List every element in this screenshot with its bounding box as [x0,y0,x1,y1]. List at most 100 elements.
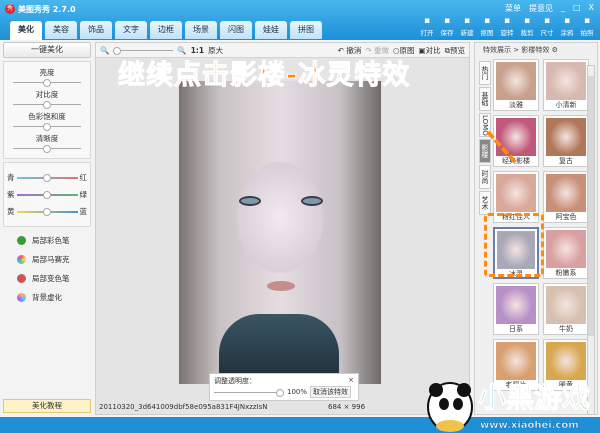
effect-thumbnail[interactable]: 复古 [543,115,589,167]
toolbar-crop-button[interactable]: ▪ 裁剪 [519,16,535,37]
tool-label: 局部变色笔 [32,274,70,283]
opacity-value: 100% [287,388,308,396]
effect-preview-image [496,62,536,100]
adjust-slider[interactable] [13,101,81,109]
brand-url: www.xiaohei.com [480,420,579,431]
tool-label: 旋转 [500,29,514,37]
image-dimensions: 684 × 996 [328,403,366,411]
cancel-effect-button[interactable]: 取消该特效 [310,386,352,398]
brand-name: 小黑游戏 [478,381,590,414]
new-icon: ▪ [463,16,471,26]
color-balance-row: 黄蓝 [7,206,87,217]
toolbar-cutout-button[interactable]: ▪ 抠图 [479,16,495,37]
tool-label: 抠图 [480,29,494,37]
tool-label: 背景虚化 [32,293,62,302]
category-tab[interactable]: 时尚 [479,165,491,189]
color-slider[interactable] [16,208,78,216]
local-tool-2[interactable]: 局部变色笔 [17,273,91,284]
effect-thumbnail[interactable]: 粉嫩系 [543,227,589,279]
eraser-icon: ▪ [563,16,571,26]
toolbar-size-button[interactable]: ▪ 尺寸 [539,16,555,37]
minimize-button[interactable]: _ [561,3,565,14]
effect-thumbnail[interactable]: 日系 [493,283,539,335]
effect-preview-image [546,118,586,156]
slider-label: 清晰度 [35,134,59,143]
tab-1[interactable]: 美容 [45,21,77,39]
toolbar-eraser-button[interactable]: ▪ 涂鸦 [559,16,575,37]
color-balance-row: 青红 [7,172,87,183]
effect-thumbnail[interactable]: 小清新 [543,59,589,111]
category-tab[interactable]: 艺术 [479,191,491,215]
feedback-button[interactable]: 提意见 [529,3,553,14]
effect-label: 阿宝色 [555,213,577,221]
tab-3[interactable]: 文字 [115,21,147,39]
tool-label: 新建 [460,29,474,37]
color-right-label: 绿 [79,190,88,199]
tab-2[interactable]: 饰品 [80,21,112,39]
tab-8[interactable]: 拼图 [290,21,322,39]
close-icon[interactable]: × [348,376,354,386]
toolbar-save-button[interactable]: ▪ 保存 [439,16,455,37]
camera-icon: ▪ [583,16,591,26]
tab-7[interactable]: 娃娃 [255,21,287,39]
color-left-label: 青 [7,173,15,182]
toolbar-new-button[interactable]: ▪ 新建 [459,16,475,37]
category-tab[interactable]: 基础 [479,87,491,111]
left-panel: 一键美化 亮度 对比度 色彩饱和度 清晰度 青红紫绿黄蓝 局部彩色笔 局部马赛克 局部变色… [3,42,91,415]
category-tab[interactable]: 热门 [479,61,491,85]
size-icon: ▪ [543,16,551,26]
preview-button[interactable]: ⧉预览 [445,45,465,56]
settings-icon[interactable]: ⚙ [552,46,558,54]
brush-icon [17,274,26,283]
crop-icon: ▪ [523,16,531,26]
cutout-icon: ▪ [483,16,491,26]
color-slider[interactable] [16,191,78,199]
effect-preview-image [496,174,536,212]
toolbar-camera-button[interactable]: ▪ 拍照 [579,16,595,37]
compare-button[interactable]: ▣对比 [419,45,441,56]
adjust-slider[interactable] [13,79,81,87]
local-tool-3[interactable]: 背景虚化 [17,292,91,303]
save-icon: ▪ [443,16,451,26]
menu-button[interactable]: 菜单 [505,3,521,14]
effect-label: 牛奶 [559,325,573,333]
tutorial-button[interactable]: 美化教程 [3,399,91,413]
close-button[interactable]: X [589,3,594,14]
tool-label: 尺寸 [540,29,554,37]
category-tab[interactable]: 影楼 [479,139,491,163]
toolbar-rotate-button[interactable]: ▪ 旋转 [499,16,515,37]
effect-preview-image [546,62,586,100]
local-tool-1[interactable]: 局部马赛克 [17,254,91,265]
opacity-slider[interactable] [214,388,284,397]
title-bar: 秀 美图秀秀 2.7.0 菜单 提意见 _ □ X 美化 美容 饰品 文字 边框 场景 闪图… [0,0,600,40]
tab-4[interactable]: 边框 [150,21,182,39]
effect-preview-image [546,174,586,212]
effect-label: 小清新 [555,101,577,109]
tab-6[interactable]: 闪图 [220,21,252,39]
adjust-slider[interactable] [13,145,81,153]
effect-thumbnail[interactable]: 淡雅 [493,59,539,111]
photo-canvas[interactable] [179,81,381,384]
color-slider[interactable] [16,174,78,182]
effect-label: 日系 [509,325,523,333]
effect-thumbnail[interactable]: 阿宝色 [543,171,589,223]
open-icon: ▪ [423,16,431,26]
local-tool-0[interactable]: 局部彩色笔 [17,235,91,246]
effect-preview-image [496,286,536,324]
compare-label: 对比 [425,45,441,55]
zoom-out-icon[interactable]: 🔍 [100,46,109,55]
maximize-button[interactable]: □ [573,3,581,14]
tab-5[interactable]: 场景 [185,21,217,39]
tab-0[interactable]: 美化 [10,21,42,40]
toolbar-open-button[interactable]: ▪ 打开 [419,16,435,37]
color-balance-row: 紫绿 [7,189,87,200]
effect-thumbnail[interactable]: 牛奶 [543,283,589,335]
adjust-slider[interactable] [13,123,81,131]
photo-eye [239,196,261,206]
file-name: 20110320_3d641009dbf58e095a831F4JNxzzIsN [99,403,268,411]
slider-label: 亮度 [39,68,55,77]
one-click-beautify-button[interactable]: 一键美化 [3,42,91,58]
color-right-label: 蓝 [79,207,88,216]
rotate-icon: ▪ [503,16,511,26]
opacity-label: 调整透明度： [214,377,256,385]
